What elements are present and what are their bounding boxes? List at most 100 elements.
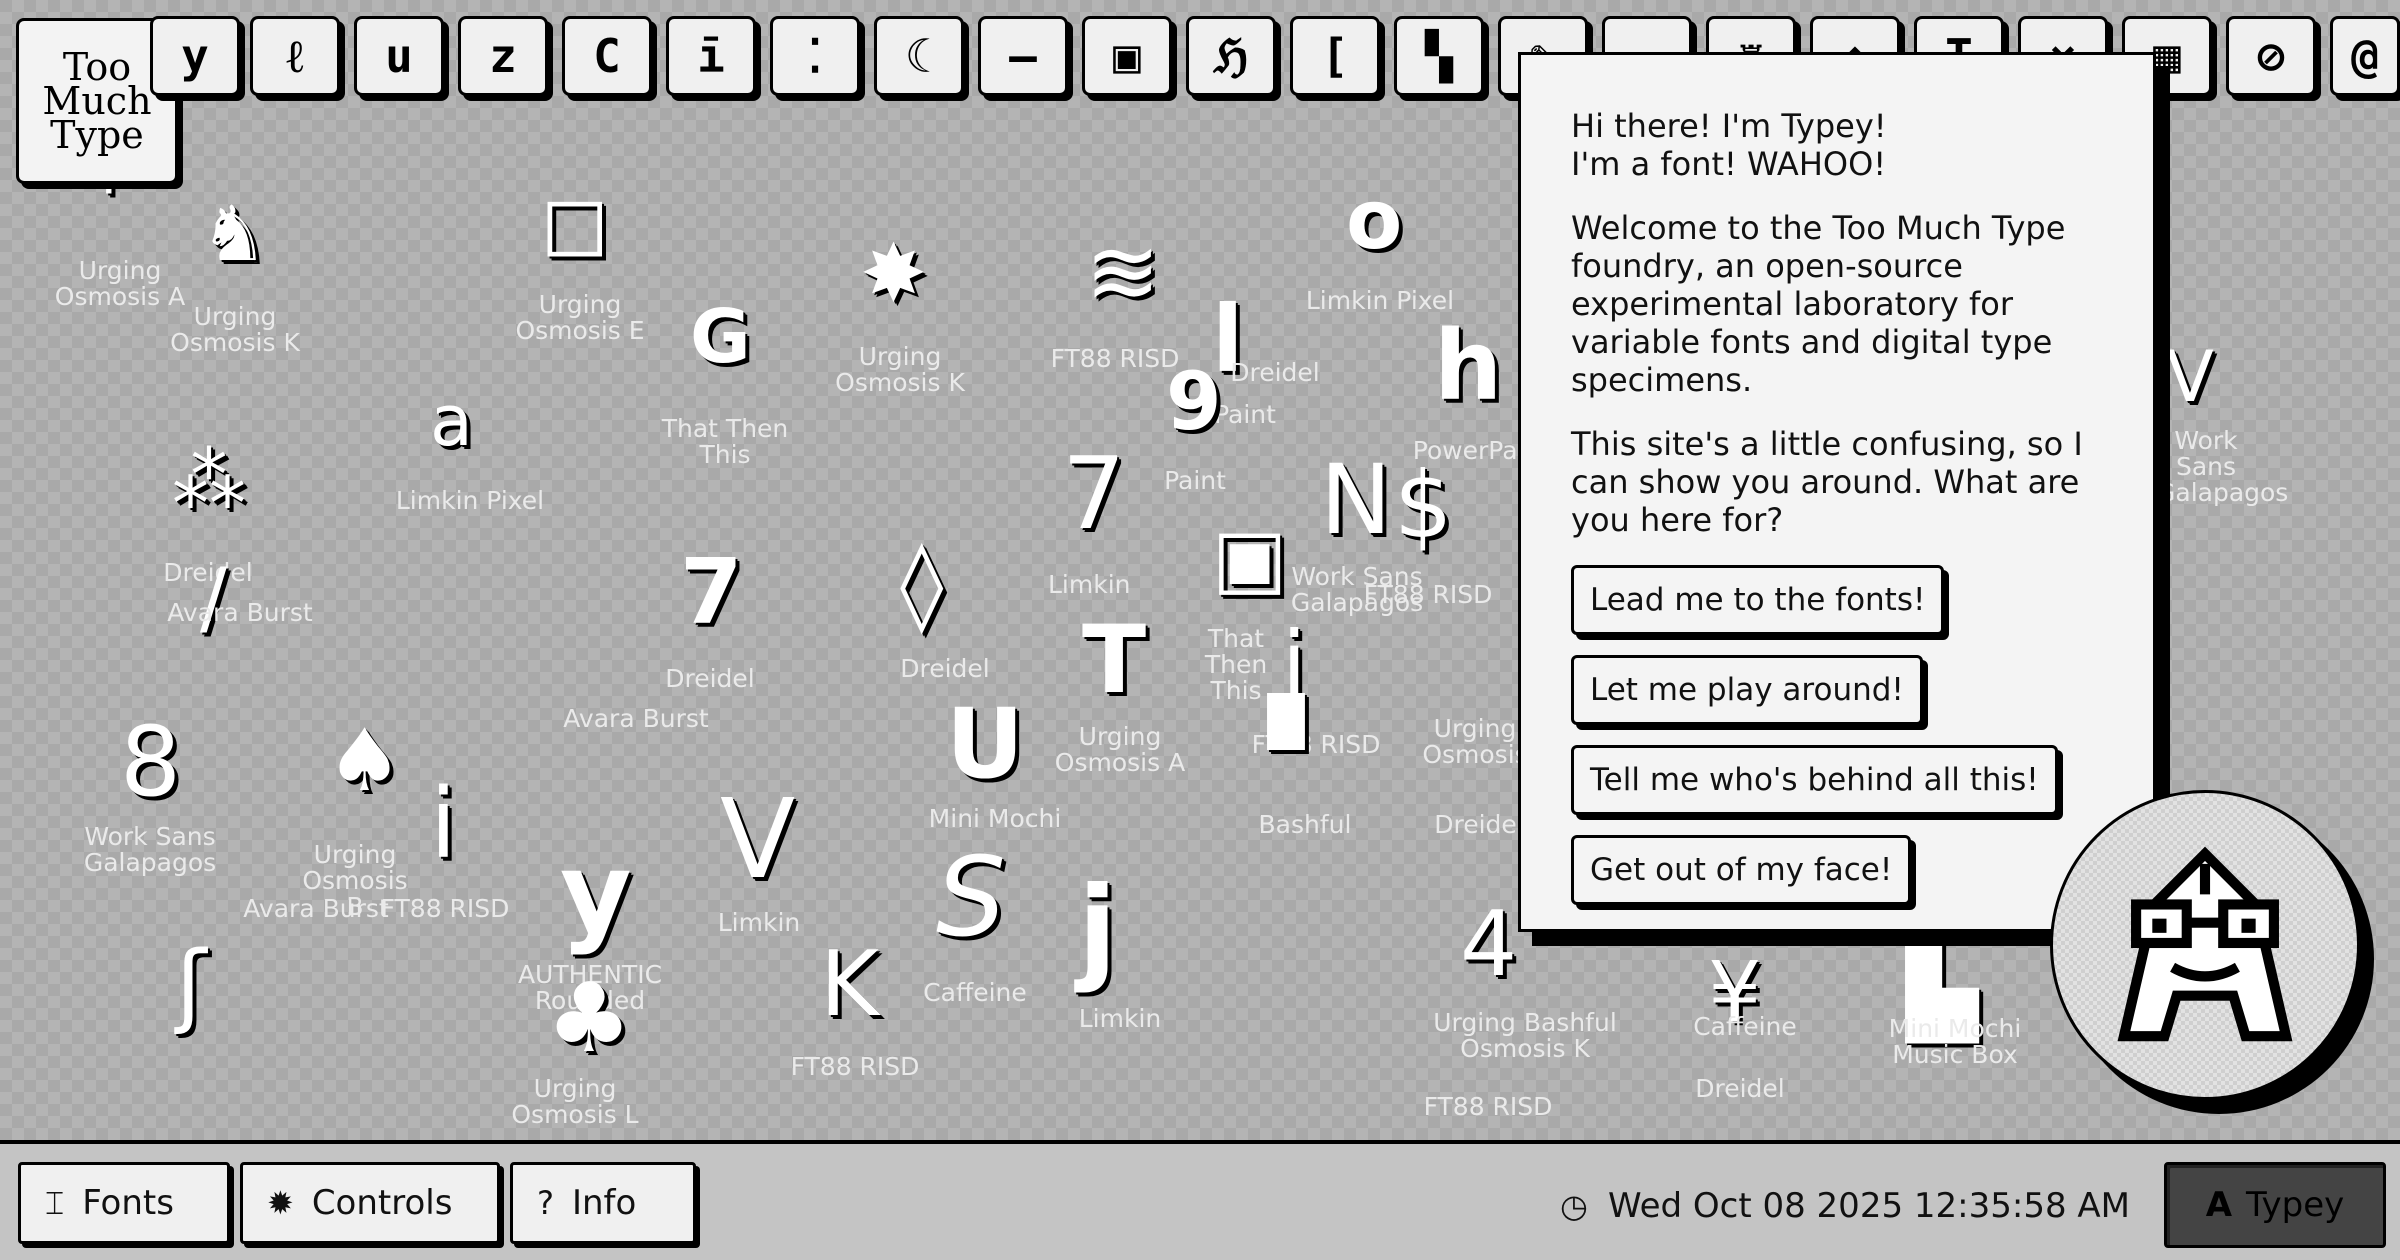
glyph-label: That Then This <box>661 414 789 469</box>
glyph-label: Work Sans Galapagos <box>83 822 217 877</box>
glyph-specimen[interactable]: S <box>936 842 1006 952</box>
controls-button-label: Controls <box>311 1183 453 1223</box>
glyph-label: Bashful <box>1258 810 1352 839</box>
glyph-label: Mini Mochi Music Box <box>1888 1014 2022 1069</box>
glyph-specimen[interactable]: ◻ <box>540 180 610 264</box>
typey-button-label: Typey <box>2246 1185 2345 1225</box>
text-cursor-icon: ⌶ <box>45 1183 65 1222</box>
glyph-key[interactable]: ☾ <box>874 16 964 96</box>
glyph-key[interactable]: [ <box>1290 16 1380 96</box>
glyph-label: Paint <box>1164 466 1226 495</box>
glyph-specimen[interactable]: 4 <box>1460 900 1517 990</box>
lead-to-fonts-button[interactable]: Lead me to the fonts! <box>1571 565 1945 635</box>
typey-mascot-icon <box>2117 846 2293 1042</box>
glyph-label: Urging Osmosis E <box>515 290 645 345</box>
get-out-button[interactable]: Get out of my face! <box>1571 835 1912 905</box>
glyph-label: Dreidel <box>1230 358 1320 387</box>
glyph-specimen[interactable]: j <box>1078 872 1117 986</box>
glyph-specimen[interactable]: 7 <box>1062 444 1126 544</box>
glyph-key[interactable]: ℓ <box>250 16 340 96</box>
glyph-specimen[interactable]: V <box>2166 342 2214 412</box>
glyph-key[interactable]: C <box>562 16 652 96</box>
glyph-label: Urging Osmosis <box>1422 714 1528 769</box>
typey-a-icon: A <box>2205 1185 2233 1225</box>
glyph-label: FT88 RISD <box>380 894 510 923</box>
glyph-specimen[interactable]: ▣ <box>1212 518 1288 598</box>
glyph-label: Limkin Pixel <box>395 486 545 515</box>
glyph-key[interactable]: — <box>978 16 1068 96</box>
glyph-specimen[interactable]: ♠ <box>326 718 403 804</box>
glyph-key[interactable]: ⁚ <box>770 16 860 96</box>
glyph-label: Work Sans Galapagos <box>2156 426 2289 507</box>
glyph-specimen[interactable]: ♞ <box>200 196 268 272</box>
clock: ◷ Wed Oct 08 2025 12:35:58 AM <box>1560 1186 2130 1226</box>
glyph-key[interactable]: ▣ <box>1082 16 1172 96</box>
glyph-specimen[interactable]: 8 <box>120 714 181 810</box>
info-button-label: Info <box>571 1183 637 1223</box>
question-icon: ? <box>537 1184 554 1222</box>
glyph-specimen[interactable]: y <box>560 838 632 948</box>
glyph-label: FT88 RISD <box>1363 580 1493 609</box>
glyph-specimen[interactable]: ▘ <box>1268 702 1342 798</box>
glyph-key[interactable]: @ <box>2330 16 2400 96</box>
glyph-label: Dreidel <box>665 664 755 693</box>
glyph-specimen[interactable]: G <box>690 300 751 374</box>
glyph-label: That Then This <box>1204 624 1268 705</box>
fonts-button[interactable]: ⌶ Fonts <box>18 1162 230 1244</box>
glyph-key[interactable]: y <box>150 16 240 96</box>
glyph-specimen[interactable]: ⁂ <box>172 444 246 518</box>
glyph-specimen[interactable]: U <box>946 696 1024 792</box>
glyph-label: Avara Burst <box>563 704 709 733</box>
glyph-label: Mini Mochi <box>928 804 1062 833</box>
glyph-label: Urging Osmosis A <box>1054 722 1186 777</box>
typey-avatar[interactable] <box>2050 790 2360 1100</box>
glyph-specimen[interactable]: 7 <box>680 548 743 638</box>
dialog-greeting: Hi there! I'm Typey! I'm a font! WAHOO! <box>1571 107 2103 183</box>
glyph-label: Limkin <box>717 908 801 937</box>
glyph-specimen[interactable]: K <box>820 940 879 1030</box>
glyph-specimen[interactable]: $ <box>1394 460 1453 552</box>
glyph-specimen[interactable]: a <box>430 386 473 456</box>
typey-button[interactable]: A Typey <box>2164 1162 2386 1248</box>
glyph-specimen[interactable]: N <box>1320 452 1392 548</box>
glyph-label: FT88 RISD <box>790 1052 920 1081</box>
clock-datetime: Wed Oct 08 2025 12:35:58 AM <box>1607 1186 2130 1226</box>
play-around-button[interactable]: Let me play around! <box>1571 655 1923 725</box>
glyph-specimen[interactable]: 9 <box>1166 362 1222 442</box>
glyph-label: Caffeine <box>923 978 1027 1007</box>
glyph-label: Urging Osmosis K <box>170 302 300 357</box>
glyph-key[interactable]: ī <box>666 16 756 96</box>
glyph-specimen[interactable]: ʃ <box>176 940 206 1030</box>
dialog-welcome-text: Welcome to the Too Much Type foundry, an… <box>1571 209 2066 399</box>
glyph-label: FT88 RISD <box>1423 1092 1553 1121</box>
greeting-line-2: I'm a font! WAHOO! <box>1571 145 1887 183</box>
glyph-key[interactable]: ▚ <box>1394 16 1484 96</box>
glyph-key[interactable]: ℌ <box>1186 16 1276 96</box>
glyph-label: Dreidel <box>1695 1074 1785 1103</box>
clock-icon: ◷ <box>1560 1187 1588 1225</box>
glyph-key[interactable]: ⊘ <box>2226 16 2316 96</box>
glyph-label: Dreidel <box>900 654 990 683</box>
glyph-specimen[interactable]: ♣ <box>546 970 632 1066</box>
glyph-specimen[interactable]: V <box>720 784 795 894</box>
glyph-specimen[interactable]: ◊ <box>900 540 943 628</box>
glyph-specimen[interactable]: T <box>1082 614 1146 708</box>
glyph-label: Limkin <box>1078 1004 1162 1033</box>
glyph-specimen[interactable]: ✸ <box>860 234 927 314</box>
info-button[interactable]: ? Info <box>510 1162 696 1244</box>
who-is-behind-button[interactable]: Tell me who's behind all this! <box>1571 745 2058 815</box>
glyph-specimen[interactable]: h <box>1434 318 1502 414</box>
fonts-button-label: Fonts <box>82 1183 174 1223</box>
glyph-key[interactable]: u <box>354 16 444 96</box>
glyph-label: Caffeine <box>1693 1012 1797 1041</box>
controls-button[interactable]: ✹ Controls <box>240 1162 500 1244</box>
dialog-question-text: This site's a little confusing, so I can… <box>1571 425 2083 539</box>
glyph-label: Avara Burst <box>243 894 389 923</box>
glyph-specimen[interactable]: o <box>1346 180 1402 262</box>
glyph-label: Urging Osmosis K <box>835 342 965 397</box>
glyph-specimen[interactable]: i <box>430 776 457 872</box>
greeting-line-1: Hi there! I'm Typey! <box>1571 107 1887 145</box>
glyph-key[interactable]: z <box>458 16 548 96</box>
sun-gear-icon: ✹ <box>267 1184 294 1222</box>
glyph-specimen[interactable]: ≋ <box>1085 228 1160 318</box>
